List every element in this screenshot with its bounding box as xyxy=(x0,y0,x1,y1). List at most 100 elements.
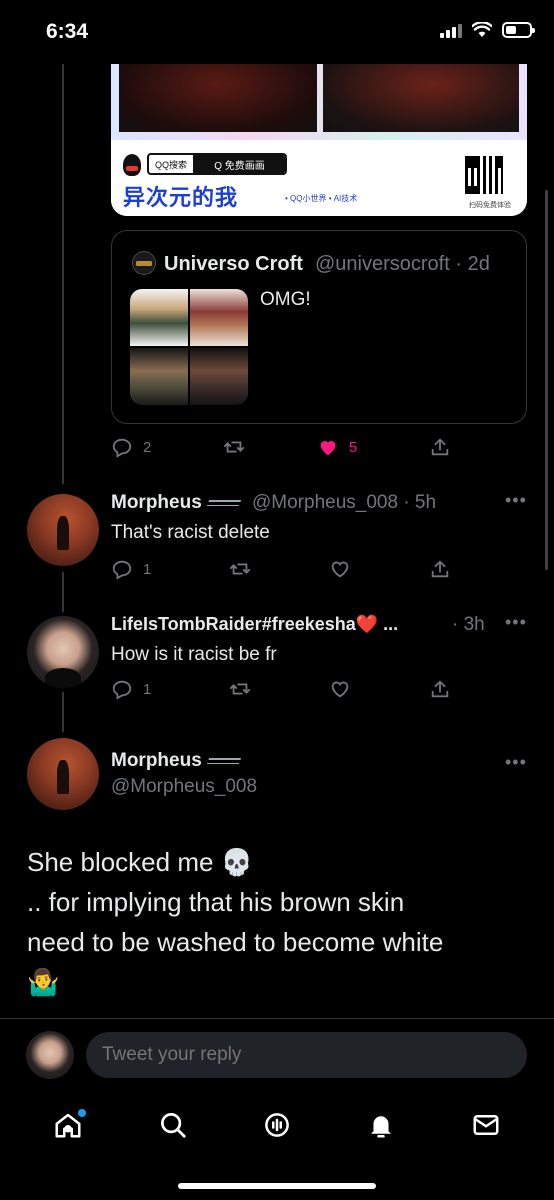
thread-line xyxy=(62,572,64,612)
quoted-media-image xyxy=(190,289,248,346)
quoted-media-image xyxy=(130,289,188,346)
like-button[interactable] xyxy=(329,558,351,580)
share-button[interactable] xyxy=(429,678,451,700)
nav-spaces[interactable] xyxy=(259,1107,295,1143)
reply-text: How is it racist be fr xyxy=(111,644,277,665)
more-options-icon[interactable]: ••• xyxy=(505,490,527,511)
wing-emoji-icon xyxy=(206,757,241,764)
notification-dot xyxy=(78,1109,87,1117)
my-avatar[interactable] xyxy=(26,1031,74,1079)
qr-code-icon xyxy=(463,154,505,196)
avatar[interactable] xyxy=(27,494,99,566)
retweet-button[interactable] xyxy=(223,436,245,458)
ad-search-box: QQ搜索 Q 免费画画 xyxy=(147,153,287,175)
retweet-button[interactable] xyxy=(229,558,251,580)
like-button[interactable]: 5 xyxy=(317,436,357,458)
nav-messages[interactable] xyxy=(468,1107,504,1143)
ad-photo-left xyxy=(119,64,317,132)
quoted-text: OMG! xyxy=(260,289,311,310)
tweet-actions: 1 xyxy=(111,678,451,700)
divider xyxy=(0,1018,554,1019)
heart-icon xyxy=(331,561,349,578)
quoted-avatar[interactable] xyxy=(132,251,156,275)
reply-button[interactable]: 1 xyxy=(111,678,151,700)
reply-input[interactable] xyxy=(86,1032,527,1078)
tweet-text-line: She blocked me 💀 xyxy=(27,847,254,877)
search-icon xyxy=(160,1113,186,1138)
more-options-icon[interactable]: ••• xyxy=(505,612,527,633)
retweet-button[interactable] xyxy=(229,678,251,700)
share-icon xyxy=(431,560,449,578)
qq-logo-icon xyxy=(123,154,141,176)
reply-icon xyxy=(112,438,132,458)
like-button[interactable] xyxy=(329,678,351,700)
spaces-icon xyxy=(265,1113,289,1137)
quoted-tweet[interactable]: Universo Croft @universocroft · 2d OMG! xyxy=(111,230,527,424)
ad-banner: QQ搜索 Q 免费画画 异次元的我 • QQ小世界 • AI技术 扫码免费体验 xyxy=(111,140,527,216)
battery-icon xyxy=(502,22,535,38)
tweet-text-line: .. for implying that his brown skin xyxy=(27,887,405,917)
reply-author-name: Morpheus xyxy=(111,492,241,514)
share-icon xyxy=(431,680,449,698)
tweet-text-line: 🤷‍♂️ xyxy=(27,967,60,997)
ad-brand: 异次元的我 xyxy=(123,185,239,210)
ad-search-button: Q 免费画画 xyxy=(194,155,285,173)
share-icon xyxy=(431,438,449,456)
reply-icon xyxy=(112,680,132,700)
reply-count: 1 xyxy=(143,680,152,698)
reply-count: 2 xyxy=(143,438,152,456)
tweet-image[interactable]: QQ搜索 Q 免费画画 异次元的我 • QQ小世界 • AI技术 扫码免费体验 xyxy=(111,64,527,216)
share-button[interactable] xyxy=(429,436,451,458)
status-bar: 6:34 xyxy=(0,0,554,64)
tweet-author-name-text: Morpheus xyxy=(111,750,202,771)
tweet-text-line: need to be washed to become white xyxy=(27,927,444,957)
reply-author-handle: · 3h xyxy=(452,614,485,635)
reply-icon xyxy=(112,560,132,580)
ad-qr-caption: 扫码免费体验 xyxy=(469,202,511,209)
tweet-author-name: Morpheus xyxy=(111,750,241,772)
heart-icon xyxy=(331,681,349,698)
retweet-icon xyxy=(230,683,251,695)
scrollbar[interactable] xyxy=(545,190,548,570)
quoted-media-image xyxy=(190,348,248,405)
quoted-media[interactable] xyxy=(130,289,248,405)
retweet-icon xyxy=(224,441,245,453)
ad-search-label: QQ搜索 xyxy=(149,155,195,173)
nav-home[interactable] xyxy=(50,1107,87,1143)
tweet-actions: 1 xyxy=(111,558,451,580)
retweet-icon xyxy=(230,563,251,575)
heart-filled-icon xyxy=(320,441,336,456)
wing-emoji-icon xyxy=(206,499,241,506)
bell-icon xyxy=(371,1116,392,1138)
reply-button[interactable]: 1 xyxy=(111,558,151,580)
ad-photo-right xyxy=(323,64,519,132)
reply-author-name: LifeIsTombRaider#freekesha❤️ ... xyxy=(111,614,399,634)
home-indicator[interactable] xyxy=(178,1183,376,1189)
cellular-signal-icon xyxy=(440,22,462,38)
reply-count: 1 xyxy=(143,560,152,578)
tweet-author-handle: @Morpheus_008 xyxy=(111,776,258,797)
avatar[interactable] xyxy=(27,738,99,810)
quoted-media-image xyxy=(130,348,188,405)
share-button[interactable] xyxy=(429,558,451,580)
quoted-author-handle: @universocroft · 2d xyxy=(315,253,490,275)
reply-button[interactable]: 2 xyxy=(111,436,151,458)
mail-icon xyxy=(473,1115,499,1135)
status-icons xyxy=(440,22,535,38)
nav-search[interactable] xyxy=(155,1107,191,1143)
thread-line xyxy=(62,692,64,732)
status-time: 6:34 xyxy=(46,20,89,43)
reply-author-name-text: Morpheus xyxy=(111,492,202,513)
like-count: 5 xyxy=(348,438,358,456)
reply-author-handle: @Morpheus_008 · 5h xyxy=(252,492,437,513)
wifi-icon xyxy=(472,22,492,37)
ad-subtitle: • QQ小世界 • AI技术 xyxy=(285,194,358,203)
bottom-nav xyxy=(0,1090,554,1160)
quoted-author-name: Universo Croft xyxy=(164,253,303,275)
thread-line xyxy=(62,64,64,484)
avatar[interactable] xyxy=(27,616,99,688)
nav-notifications[interactable] xyxy=(363,1107,399,1143)
more-options-icon[interactable]: ••• xyxy=(505,752,527,773)
tweet-text: She blocked me 💀 .. for implying that hi… xyxy=(27,842,527,1002)
reply-text: That's racist delete xyxy=(111,522,270,543)
